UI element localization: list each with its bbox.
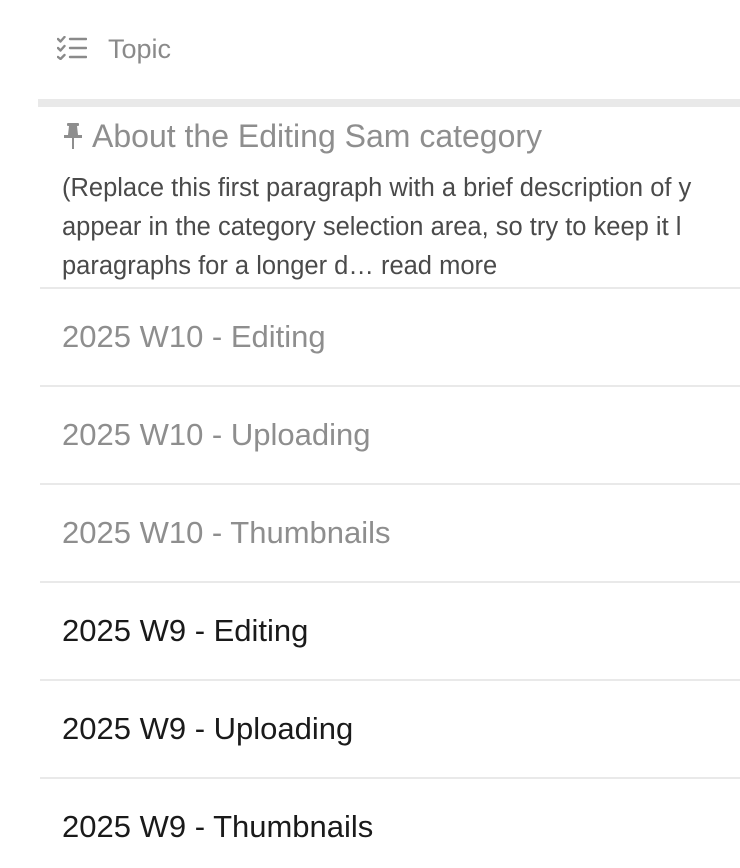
topic-list-page: Topic About the Editing Sam category (Re…: [0, 0, 740, 868]
excerpt-line: (Replace this first paragraph with a bri…: [62, 174, 692, 202]
list-check-icon: [56, 35, 88, 61]
pinned-topic-excerpt: (Replace this first paragraph with a bri…: [62, 169, 740, 286]
topic-row[interactable]: 2025 W9 - Thumbnails: [40, 779, 740, 868]
header-divider: [38, 99, 740, 107]
topic-title[interactable]: 2025 W10 - Uploading: [62, 417, 370, 453]
topic-title[interactable]: 2025 W9 - Uploading: [62, 711, 353, 747]
topic-title[interactable]: 2025 W9 - Thumbnails: [62, 809, 373, 845]
topic-row[interactable]: 2025 W10 - Thumbnails: [40, 485, 740, 583]
topic-title[interactable]: 2025 W9 - Editing: [62, 613, 308, 649]
excerpt-line: paragraphs for a longer d… read more: [62, 247, 740, 286]
topic-row[interactable]: 2025 W9 - Uploading: [40, 681, 740, 779]
topic-row[interactable]: 2025 W10 - Editing: [40, 289, 740, 387]
pinned-topic-row[interactable]: About the Editing Sam category (Replace …: [40, 107, 740, 289]
topic-column-header[interactable]: Topic: [108, 33, 171, 65]
read-more-link[interactable]: read more: [381, 252, 497, 280]
excerpt-line-text: paragraphs for a longer d…: [62, 252, 374, 280]
topic-row[interactable]: 2025 W10 - Uploading: [40, 387, 740, 485]
topic-title[interactable]: 2025 W10 - Thumbnails: [62, 515, 391, 551]
pinned-topic-title[interactable]: About the Editing Sam category: [92, 117, 542, 155]
excerpt-line: appear in the category selection area, s…: [62, 213, 682, 241]
topic-row[interactable]: 2025 W9 - Editing: [40, 583, 740, 681]
topic-list-header: Topic: [0, 0, 740, 100]
pin-icon: [62, 122, 84, 150]
topic-title[interactable]: 2025 W10 - Editing: [62, 319, 326, 355]
